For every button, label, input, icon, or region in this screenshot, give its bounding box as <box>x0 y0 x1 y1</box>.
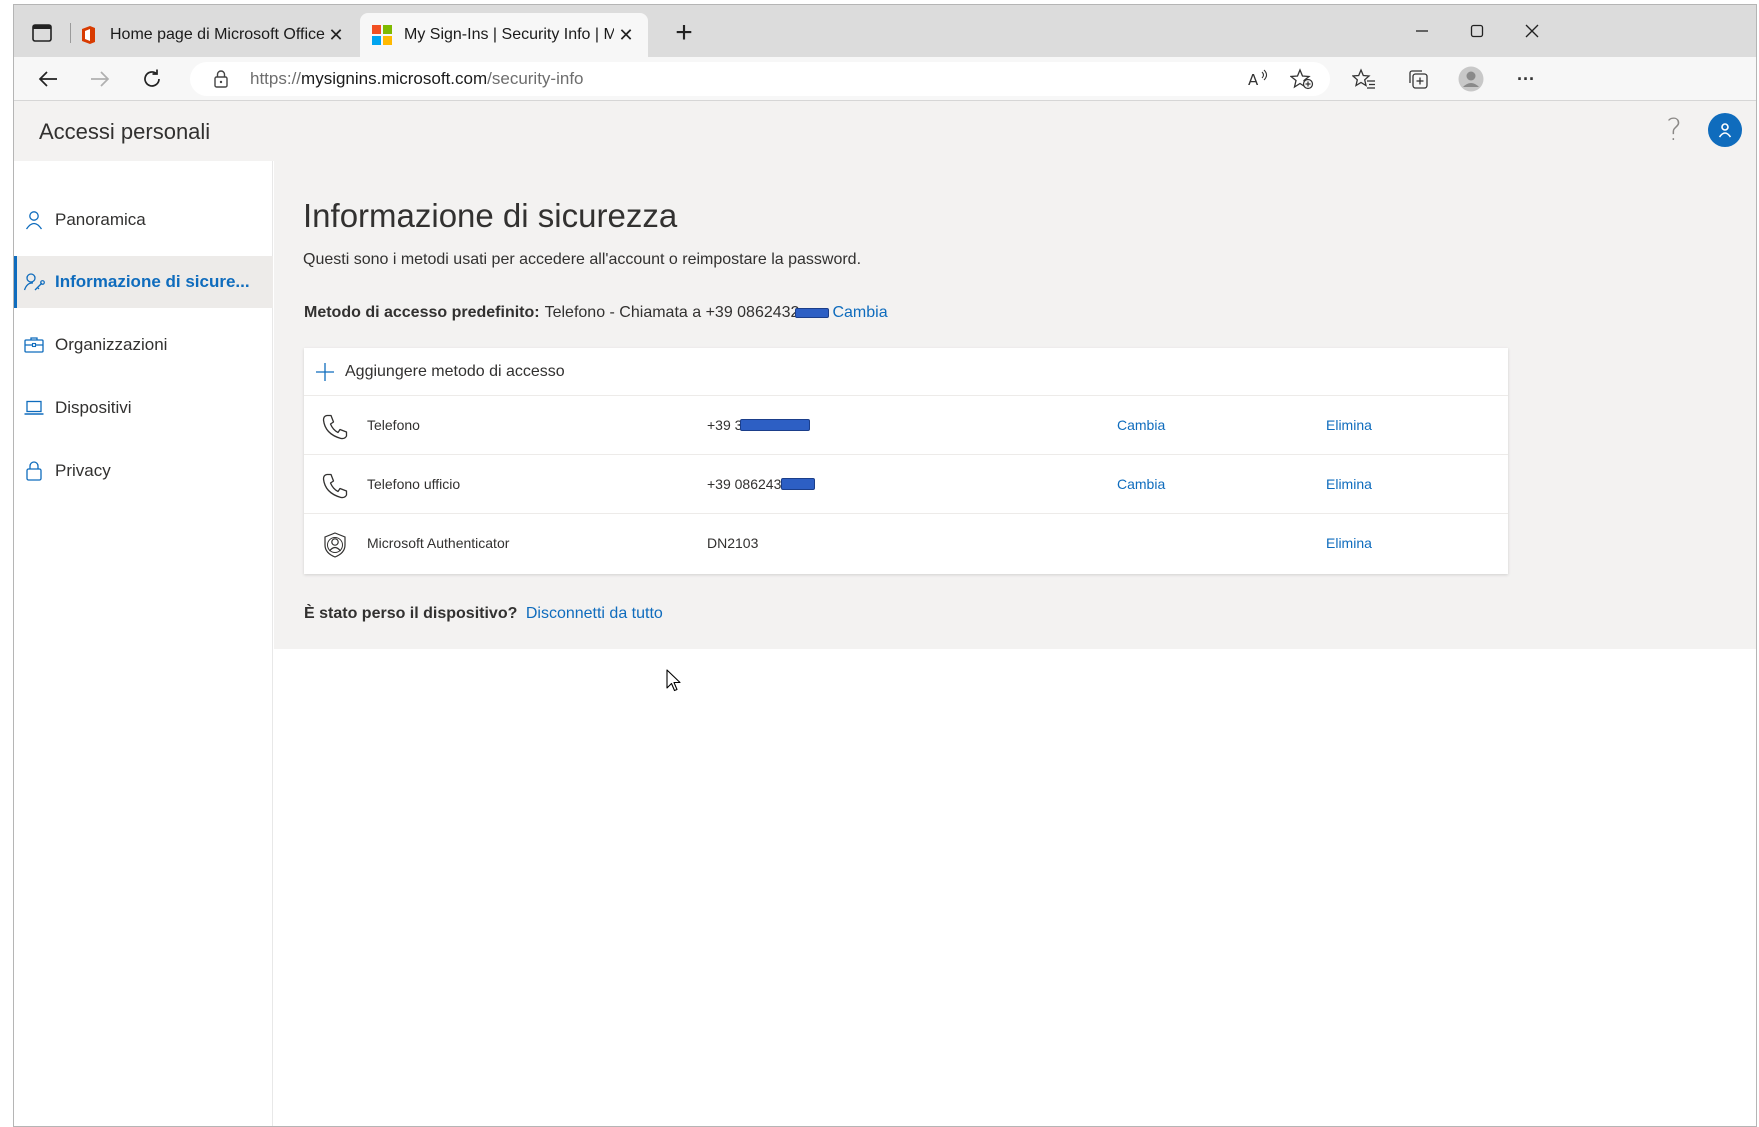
page-subtitle: Questi sono i metodi usati per accedere … <box>303 251 862 268</box>
phone-icon <box>321 413 349 441</box>
redaction-mark <box>740 419 811 431</box>
office-logo-icon <box>78 25 98 45</box>
method-name: Telefono ufficio <box>367 476 461 492</box>
method-value: DN2103 <box>707 535 759 551</box>
sidebar-item-label: Organizzazioni <box>55 335 168 354</box>
method-row-authenticator: Microsoft Authenticator DN2103 Elimina <box>304 514 1508 573</box>
mouse-cursor-icon <box>666 669 682 698</box>
avatar[interactable] <box>1708 113 1742 147</box>
microsoft-logo-icon <box>372 25 392 45</box>
forward-button[interactable] <box>84 63 116 95</box>
collections-icon[interactable] <box>1402 63 1434 95</box>
favorites-icon[interactable] <box>1348 63 1380 95</box>
svg-text:A: A <box>1248 71 1259 89</box>
lock-icon <box>23 460 45 482</box>
method-name: Microsoft Authenticator <box>367 535 510 551</box>
add-method-button[interactable]: Aggiungere metodo di accesso <box>304 348 1508 396</box>
sidebar-item-label: Dispositivi <box>55 398 132 417</box>
briefcase-icon <box>23 334 45 356</box>
back-button[interactable] <box>32 63 64 95</box>
tab-actions-icon[interactable] <box>28 19 56 47</box>
default-method-change-link[interactable]: Cambia <box>832 304 887 322</box>
method-row-telefono: Telefono +39 3 Cambia Elimina <box>304 396 1508 455</box>
help-button[interactable]: ? <box>1666 113 1682 148</box>
sidebar-item-organizzazioni[interactable]: Organizzazioni <box>14 319 273 371</box>
app-header: Accessi personali ? <box>14 101 1756 161</box>
default-method: Metodo di accesso predefinito: Telefono … <box>304 304 888 322</box>
method-delete-link[interactable]: Elimina <box>1326 535 1372 551</box>
methods-card: Aggiungere metodo di accesso Telefono +3… <box>304 348 1508 574</box>
url-text: https://mysignins.microsoft.com/security… <box>250 69 584 89</box>
redaction-mark <box>781 478 816 490</box>
sidebar-item-label: Informazione di sicure... <box>55 272 250 291</box>
authenticator-icon <box>321 531 349 559</box>
close-window-button[interactable] <box>1504 13 1560 49</box>
new-tab-button[interactable]: + <box>670 18 698 49</box>
sidebar-item-dispositivi[interactable]: Dispositivi <box>14 382 273 434</box>
phone-icon <box>321 472 349 500</box>
method-delete-link[interactable]: Elimina <box>1326 476 1372 492</box>
tab-title: Home page di Microsoft Office <box>110 26 325 43</box>
url-path: /security-info <box>487 69 584 88</box>
main-content: Informazione di sicurezza Questi sono i … <box>274 161 1756 649</box>
method-value: +39 086243 <box>707 476 816 492</box>
url-host: mysignins.microsoft.com <box>301 69 488 88</box>
browser-window: Home page di Microsoft Office ✕ My Sign-… <box>13 4 1757 1127</box>
laptop-icon <box>23 397 45 419</box>
sidebar-item-panoramica[interactable]: Panoramica <box>14 194 273 246</box>
page-title: Informazione di sicurezza <box>303 197 678 234</box>
read-aloud-icon[interactable]: A <box>1242 63 1274 95</box>
default-method-label: Metodo di accesso predefinito: <box>304 304 540 321</box>
more-menu-button[interactable]: ··· <box>1510 63 1542 95</box>
sidebar-item-security-info[interactable]: Informazione di sicure... <box>14 256 273 308</box>
tab-separator <box>70 23 71 43</box>
profile-icon[interactable] <box>1455 63 1487 95</box>
add-favorite-icon[interactable] <box>1286 63 1318 95</box>
lost-device: È stato perso il dispositivo? Disconnett… <box>304 605 663 623</box>
padlock-icon[interactable] <box>210 68 232 90</box>
minimize-button[interactable] <box>1394 13 1450 49</box>
sign-out-everywhere-link[interactable]: Disconnetti da tutto <box>526 605 663 622</box>
tab-title: My Sign-Ins | Security Info | Micr <box>404 26 614 43</box>
person-key-icon <box>23 271 45 293</box>
method-change-link[interactable]: Cambia <box>1117 417 1165 433</box>
person-icon <box>23 209 45 231</box>
close-icon[interactable]: ✕ <box>616 25 636 45</box>
sidebar: Panoramica Informazione di sicure... Org… <box>14 161 273 1126</box>
method-value-text: +39 086243 <box>707 476 782 492</box>
tab-my-sign-ins[interactable]: My Sign-Ins | Security Info | Micr ✕ <box>360 13 648 57</box>
sidebar-item-label: Privacy <box>55 461 111 480</box>
sidebar-item-label: Panoramica <box>55 210 146 229</box>
add-method-label: Aggiungere metodo di accesso <box>345 362 565 380</box>
default-method-value: Telefono - Chiamata a +39 0862432 <box>544 304 800 321</box>
tab-office-home[interactable]: Home page di Microsoft Office ✕ <box>78 13 358 57</box>
app-title: Accessi personali <box>39 119 211 144</box>
url-scheme: https:// <box>250 69 302 88</box>
method-delete-link[interactable]: Elimina <box>1326 417 1372 433</box>
lost-device-label: È stato perso il dispositivo? <box>304 605 518 622</box>
method-value-text: +39 3 <box>707 417 743 433</box>
address-bar[interactable]: https://mysignins.microsoft.com/security… <box>190 62 1330 96</box>
tab-strip: Home page di Microsoft Office ✕ My Sign-… <box>14 5 1756 57</box>
maximize-button[interactable] <box>1449 13 1505 49</box>
method-row-telefono-ufficio: Telefono ufficio +39 086243 Cambia Elimi… <box>304 455 1508 514</box>
refresh-button[interactable] <box>136 63 168 95</box>
method-change-link[interactable]: Cambia <box>1117 476 1165 492</box>
close-icon[interactable]: ✕ <box>326 25 346 45</box>
method-value: +39 3 <box>707 417 811 433</box>
browser-toolbar: https://mysignins.microsoft.com/security… <box>14 57 1756 101</box>
redaction-mark <box>795 308 830 318</box>
sidebar-item-privacy[interactable]: Privacy <box>14 445 273 497</box>
method-name: Telefono <box>367 417 420 433</box>
plus-icon <box>315 362 335 382</box>
